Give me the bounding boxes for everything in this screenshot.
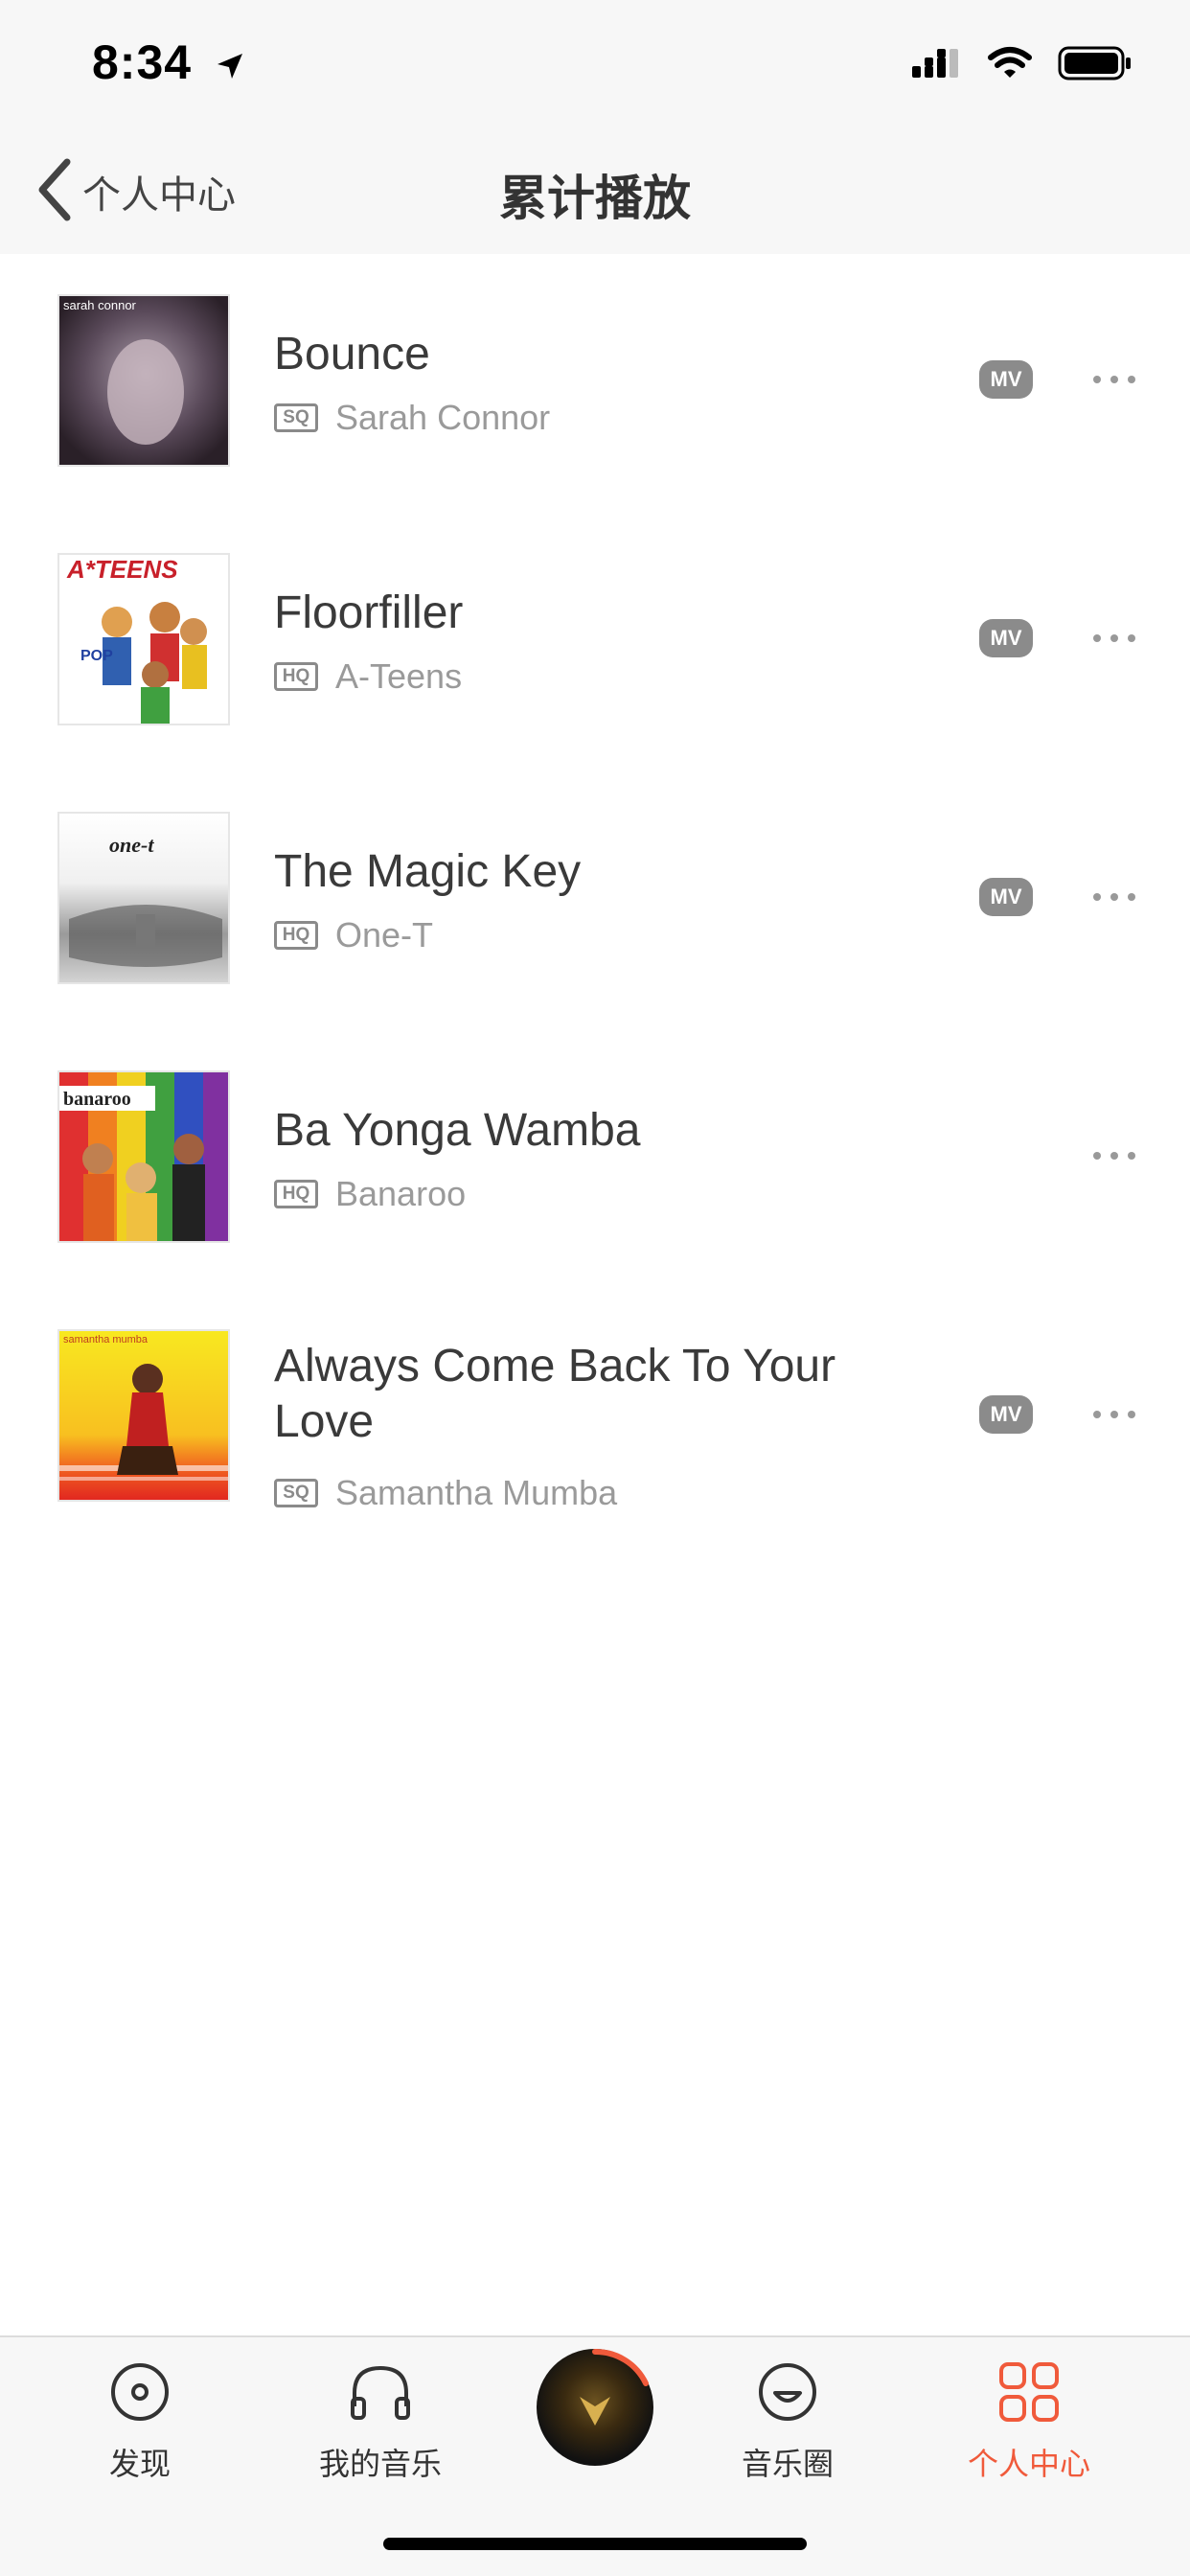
song-meta: SQ Samantha Mumba (274, 1473, 617, 1513)
mv-button[interactable]: MV (979, 878, 1033, 916)
mv-button[interactable]: MV (979, 619, 1033, 657)
song-meta: SQ Sarah Connor (274, 398, 550, 438)
cover-text: sarah connor (63, 298, 137, 312)
song-meta: HQ One-T (274, 915, 433, 955)
status-icons (912, 46, 1133, 85)
quality-badge: SQ (274, 403, 318, 432)
cover-text: A*TEENS (66, 555, 178, 584)
headphones-icon (275, 2358, 486, 2430)
song-meta: HQ Banaroo (274, 1174, 466, 1214)
song-list: sarah connor Bounce SQ Sarah Connor MV A… (0, 254, 1190, 1548)
mv-button[interactable]: MV (979, 1395, 1033, 1434)
song-row[interactable]: A*TEENS POP Floorfiller HQ A-Teens MV (0, 513, 1190, 771)
album-cover: A*TEENS POP (57, 553, 230, 725)
status-time: 8:34 (92, 34, 246, 94)
mv-button[interactable]: MV (979, 360, 1033, 399)
artist-name: Sarah Connor (335, 398, 551, 437)
artist-name: Samantha Mumba (335, 1473, 618, 1512)
quality-badge: HQ (274, 921, 318, 950)
tab-label: 音乐圈 (741, 2446, 834, 2482)
tab-label: 发现 (108, 2446, 171, 2482)
album-cover: samantha mumba (57, 1329, 230, 1502)
album-cover: sarah connor (57, 294, 230, 467)
song-title: Always Come Back To Your Love (274, 1341, 836, 1447)
artist-name: A-Teens (335, 656, 463, 696)
song-meta: HQ A-Teens (274, 656, 462, 697)
more-options-icon[interactable] (1090, 624, 1138, 653)
more-options-icon[interactable] (1090, 365, 1138, 394)
wifi-icon (987, 46, 1033, 85)
artist-name: Banaroo (335, 1174, 467, 1213)
song-title: Floorfiller (274, 587, 464, 638)
smile-icon (682, 2358, 893, 2430)
cover-text: one-t (109, 833, 154, 857)
album-cover: banaroo (57, 1070, 230, 1243)
cellular-signal-icon (912, 47, 962, 84)
cover-text: banaroo (63, 1089, 131, 1110)
page-title: 累计播放 (499, 171, 691, 226)
song-title: The Magic Key (274, 846, 582, 897)
tab-label: 个人中心 (967, 2446, 1090, 2482)
song-title: Bounce (274, 329, 430, 380)
tab-music-circle[interactable]: 音乐圈 (682, 2358, 893, 2484)
song-row[interactable]: sarah connor Bounce SQ Sarah Connor MV (0, 254, 1190, 513)
more-options-icon[interactable] (1090, 1400, 1138, 1429)
more-options-icon[interactable] (1090, 883, 1138, 911)
battery-icon (1058, 46, 1133, 85)
song-title: Ba Yonga Wamba (274, 1105, 641, 1156)
more-options-icon[interactable] (1090, 1141, 1138, 1170)
quality-badge: SQ (274, 1479, 318, 1507)
disc-icon (34, 2358, 245, 2430)
status-bar: 8:34 (0, 0, 1190, 129)
home-indicator (383, 2538, 807, 2550)
clock-text: 8:34 (92, 35, 193, 89)
artist-name: One-T (335, 915, 434, 954)
svg-text:POP: POP (80, 648, 113, 664)
tab-discover[interactable]: 发现 (34, 2358, 245, 2484)
album-cover: one-t (57, 812, 230, 984)
tab-my-music[interactable]: 我的音乐 (275, 2358, 486, 2484)
tab-label: 我的音乐 (318, 2446, 442, 2482)
quality-badge: HQ (274, 1180, 318, 1208)
quality-badge: HQ (274, 662, 318, 691)
grid-icon (924, 2358, 1134, 2430)
song-row[interactable]: samantha mumba Always Come Back To Your … (0, 1289, 1190, 1548)
tab-profile[interactable]: 个人中心 (924, 2358, 1134, 2484)
song-row[interactable]: banaroo Ba Yonga Wamba HQ Banaroo (0, 1030, 1190, 1289)
progress-ring-icon (580, 2349, 649, 2426)
location-arrow-icon (214, 38, 246, 94)
nav-bar: 个人中心 累计播放 (0, 129, 1190, 254)
song-row[interactable]: one-t The Magic Key HQ One-T MV (0, 771, 1190, 1030)
now-playing-disc[interactable] (537, 2349, 653, 2466)
cover-text: samantha mumba (63, 1334, 149, 1346)
